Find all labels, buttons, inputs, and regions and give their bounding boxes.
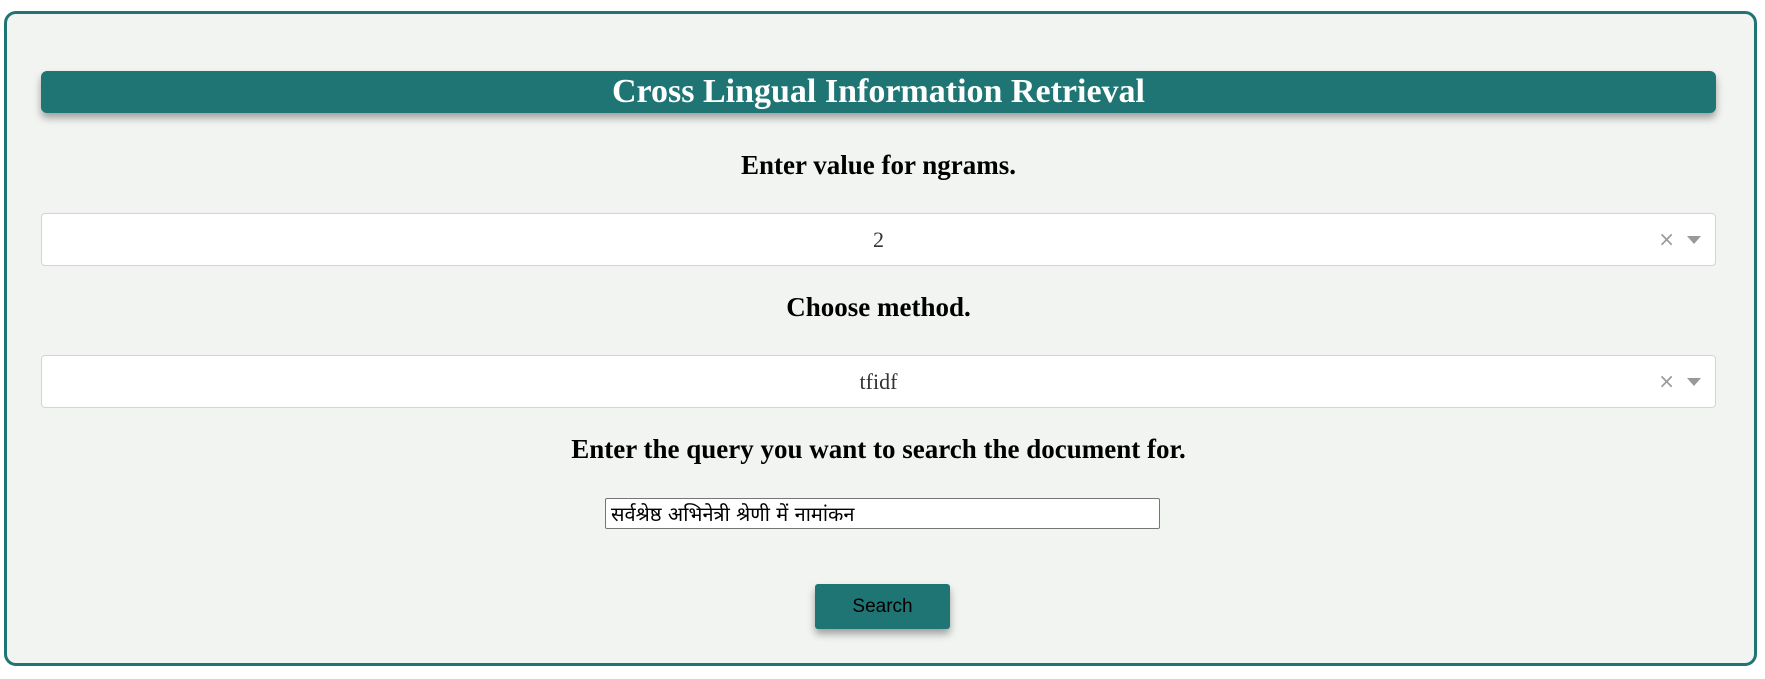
ngrams-select[interactable]: 2 × — [41, 213, 1716, 266]
method-label: Choose method. — [786, 292, 971, 322]
ngrams-selected-value: 2 — [873, 227, 884, 252]
query-input[interactable] — [605, 498, 1160, 529]
page-title: Cross Lingual Information Retrieval — [41, 71, 1716, 113]
ngrams-caret-down-icon[interactable] — [1687, 236, 1701, 244]
query-label: Enter the query you want to search the d… — [571, 434, 1186, 464]
ngrams-clear-icon[interactable]: × — [1658, 214, 1675, 265]
search-button[interactable]: Search — [815, 584, 950, 629]
method-caret-down-icon[interactable] — [1687, 378, 1701, 386]
method-selected-value: tfidf — [859, 369, 898, 394]
method-select[interactable]: tfidf × — [41, 355, 1716, 408]
ngrams-label: Enter value for ngrams. — [741, 150, 1016, 180]
method-clear-icon[interactable]: × — [1658, 356, 1675, 407]
